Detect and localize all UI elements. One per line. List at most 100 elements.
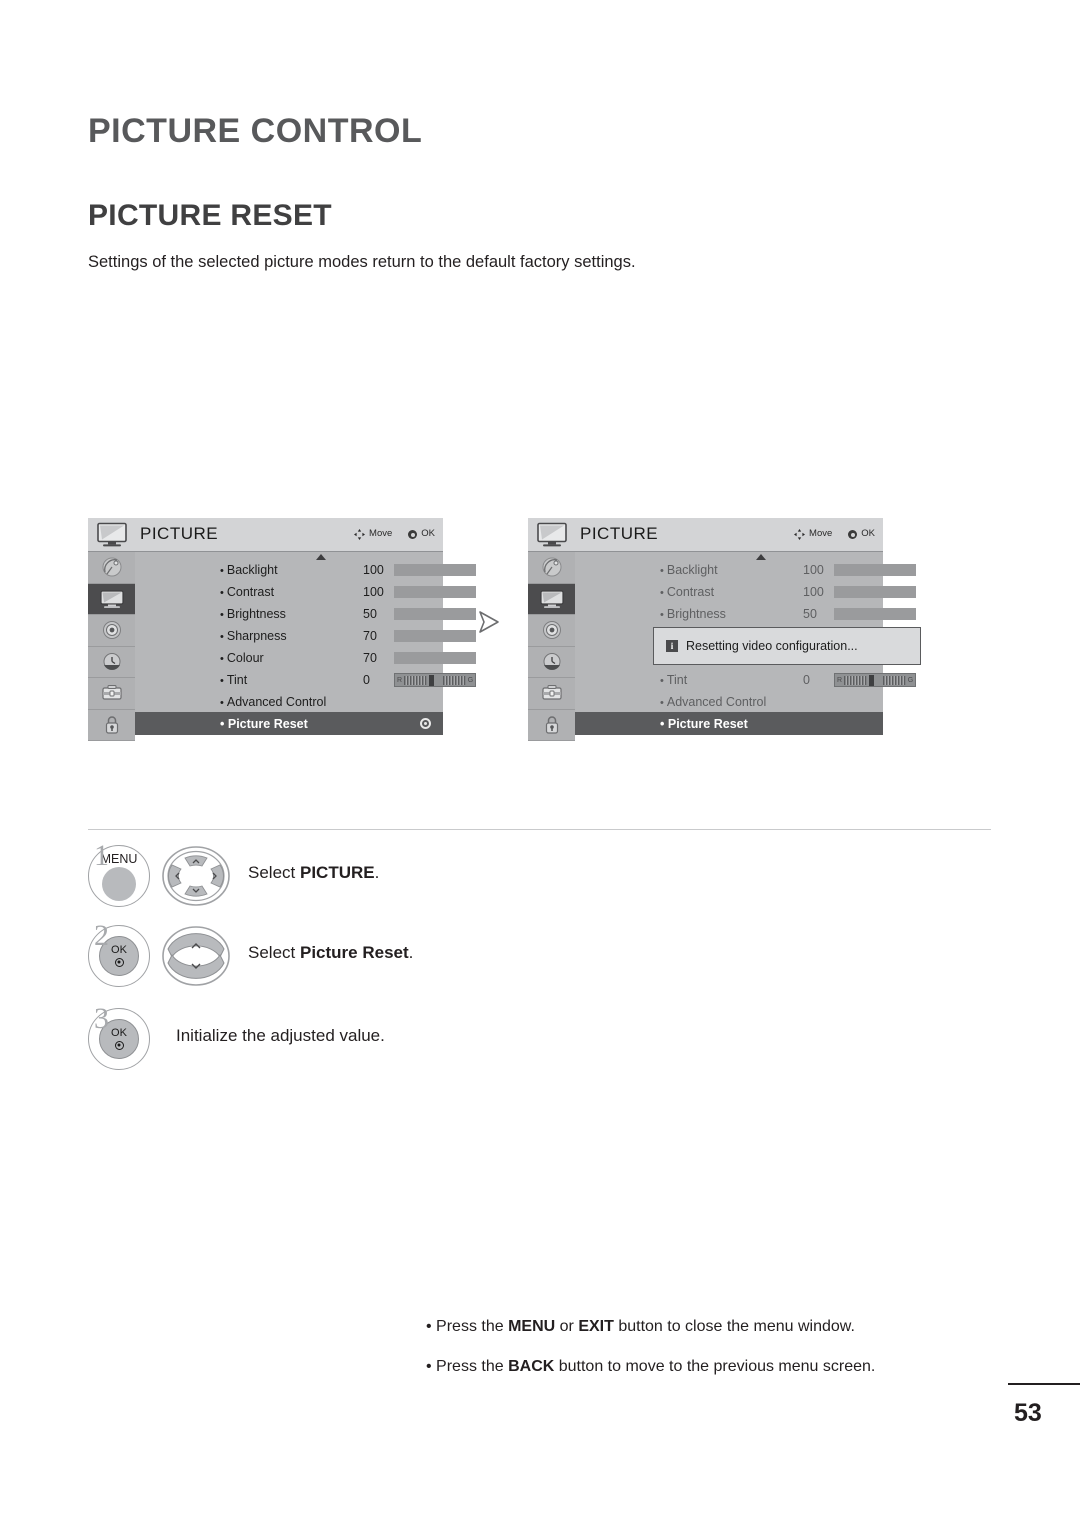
move-arrows-icon	[354, 529, 366, 540]
osd-row-slider[interactable]	[834, 586, 916, 598]
osd-hint-ok-label: OK	[861, 528, 875, 539]
ok-center-dot-icon	[114, 1040, 124, 1050]
resetting-dialog: i Resetting video configuration...	[653, 627, 921, 665]
osd-sidebar-rail	[528, 552, 575, 741]
scroll-up-indicator-icon	[316, 554, 326, 560]
osd-row-label: • Picture Reset	[660, 716, 748, 731]
tint-knob[interactable]	[869, 674, 874, 686]
sidebar-item-option[interactable]	[528, 678, 575, 710]
osd-row-label: • Backlight	[220, 563, 278, 577]
tv-monitor-icon	[536, 522, 570, 548]
option-toolbox-icon	[99, 682, 125, 704]
time-clock-icon	[99, 651, 125, 673]
chevron-right-flow-icon	[472, 604, 508, 640]
step-number: 3	[94, 1002, 109, 1035]
osd-row-value: 100	[803, 585, 824, 599]
osd-row-backlight[interactable]: • Backlight 100	[575, 554, 916, 581]
osd-row-slider[interactable]	[834, 564, 916, 576]
osd-row-brightness[interactable]: • Brightness 50	[135, 603, 476, 625]
osd-row-slider[interactable]	[394, 652, 476, 664]
osd-row-slider[interactable]	[394, 608, 476, 620]
sidebar-item-time[interactable]	[528, 646, 575, 678]
osd-header: PICTURE Move OK	[88, 518, 443, 552]
ok-confirm-icon[interactable]	[420, 718, 431, 729]
ok-dot-icon	[848, 530, 858, 539]
sidebar-item-lock[interactable]	[88, 709, 135, 741]
osd-row-advanced-control[interactable]: • Advanced Control	[575, 691, 883, 713]
osd-header: PICTURE Move OK	[528, 518, 883, 552]
up-down-navigation-wheel[interactable]	[160, 925, 232, 987]
scroll-up-indicator-icon	[756, 554, 766, 560]
osd-title: PICTURE	[140, 524, 219, 543]
osd-row-label: • Picture Reset	[220, 716, 308, 731]
tv-monitor-icon	[96, 522, 130, 548]
osd-row-advanced-control[interactable]: • Advanced Control	[135, 691, 443, 713]
time-clock-icon	[539, 651, 565, 673]
osd-row-label: • Colour	[220, 651, 264, 665]
sidebar-item-audio[interactable]	[88, 615, 135, 647]
osd-row-contrast[interactable]: • Contrast 100	[135, 581, 476, 603]
osd-row-value: 100	[363, 585, 384, 599]
tint-hatch-right	[443, 675, 466, 685]
osd-row-value: 0	[803, 673, 810, 687]
osd-row-value: 100	[803, 563, 824, 577]
page-number-rule	[1008, 1383, 1080, 1385]
audio-speaker-icon	[99, 619, 125, 641]
sidebar-item-time[interactable]	[88, 646, 135, 678]
sidebar-item-lock[interactable]	[528, 709, 575, 741]
osd-row-tint[interactable]: • Tint 0 R G	[575, 669, 916, 691]
step-2-text: Select Picture Reset.	[248, 943, 414, 962]
osd-row-slider[interactable]	[394, 586, 476, 598]
note-back: • Press the BACK button to move to the p…	[426, 1358, 876, 1375]
ok-button-label: OK	[111, 1027, 127, 1040]
osd-row-slider[interactable]	[834, 608, 916, 620]
osd-panel-after: PICTURE Move OK • Backlight 100 • Contra…	[528, 518, 921, 741]
info-icon: i	[666, 640, 678, 652]
ok-dot-icon	[408, 530, 418, 539]
osd-row-tint[interactable]: • Tint 0 R G	[135, 669, 476, 691]
step-number: 2	[94, 919, 109, 952]
note-menu-exit: • Press the MENU or EXIT button to close…	[426, 1318, 855, 1335]
osd-row-backlight[interactable]: • Backlight 100	[135, 554, 476, 581]
sidebar-item-picture[interactable]	[88, 583, 135, 615]
osd-row-slider[interactable]	[394, 630, 476, 642]
osd-hint-move-label: Move	[369, 528, 393, 539]
sidebar-item-picture[interactable]	[528, 583, 575, 615]
osd-row-label: • Brightness	[660, 607, 726, 621]
osd-row-brightness[interactable]: • Brightness 50	[575, 603, 916, 625]
osd-row-sharpness[interactable]: • Sharpness 70	[135, 625, 476, 647]
tint-hatch-left	[404, 675, 427, 685]
osd-title: PICTURE	[580, 524, 659, 543]
sidebar-item-setup[interactable]	[528, 552, 575, 584]
tint-hatch-right	[883, 675, 906, 685]
osd-row-label: • Contrast	[220, 585, 275, 599]
page-title: PICTURE CONTROL	[88, 112, 423, 150]
osd-row-colour[interactable]: • Colour 70	[135, 647, 476, 669]
lock-padlock-icon	[99, 714, 125, 736]
osd-setting-rows: • Backlight 100 • Contrast 100 • Brightness…	[135, 554, 476, 713]
osd-row-label: • Backlight	[660, 563, 718, 577]
resetting-dialog-message: Resetting video configuration...	[686, 639, 858, 653]
option-toolbox-icon	[539, 682, 565, 704]
osd-row-tint-slider[interactable]: R G	[394, 673, 476, 687]
osd-row-picture-reset[interactable]: • Picture Reset	[575, 712, 883, 735]
tint-knob[interactable]	[429, 674, 434, 686]
osd-row-tint-slider[interactable]: R G	[834, 673, 916, 687]
move-arrows-icon	[794, 529, 806, 540]
osd-row-label: • Sharpness	[220, 629, 287, 643]
tint-left-label: R	[396, 676, 403, 684]
sidebar-item-option[interactable]	[88, 678, 135, 710]
osd-hint: Move OK	[794, 528, 875, 540]
section-divider	[88, 829, 991, 830]
osd-row-slider[interactable]	[394, 564, 476, 576]
four-way-navigation-wheel[interactable]	[160, 845, 232, 907]
osd-row-label: • Advanced Control	[220, 695, 327, 709]
sidebar-item-audio[interactable]	[528, 615, 575, 647]
osd-hint-ok-label: OK	[421, 528, 435, 539]
sidebar-item-setup[interactable]	[88, 552, 135, 584]
osd-content: • Backlight 100 • Contrast 100 • Brightness…	[575, 552, 921, 735]
osd-row-contrast[interactable]: • Contrast 100	[575, 581, 916, 603]
osd-row-picture-reset[interactable]: • Picture Reset	[135, 712, 443, 735]
satellite-dish-icon	[539, 556, 565, 578]
osd-hint: Move OK	[354, 528, 435, 540]
